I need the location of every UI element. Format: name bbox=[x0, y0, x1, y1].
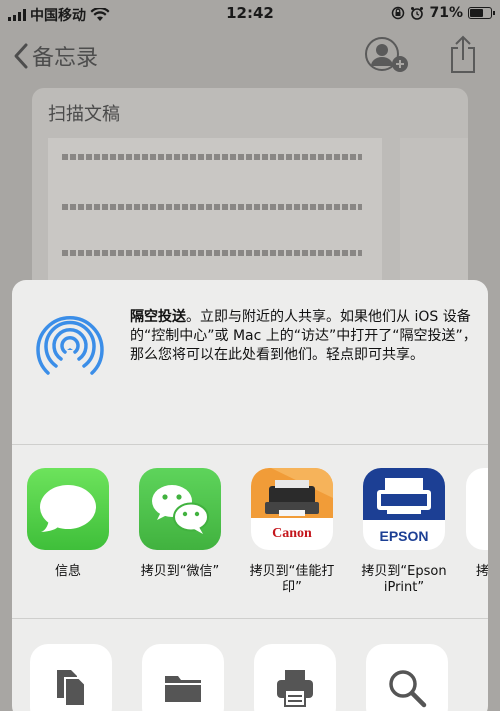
print-icon bbox=[277, 670, 313, 707]
app-label: 拷 bbox=[476, 564, 488, 579]
app-partial[interactable]: 拷 bbox=[466, 468, 488, 580]
chevron-left-icon bbox=[14, 43, 28, 69]
divider-top bbox=[12, 444, 488, 445]
canon-print-icon: Canon bbox=[251, 468, 333, 550]
print-action[interactable] bbox=[254, 644, 336, 711]
back-button[interactable]: 备忘录 bbox=[12, 40, 98, 72]
find-action[interactable] bbox=[366, 644, 448, 711]
actions-row bbox=[12, 644, 488, 711]
share-icon[interactable] bbox=[448, 34, 478, 74]
app-label: 拷贝到“佳能打印” bbox=[249, 564, 335, 595]
save-to-files-action[interactable] bbox=[142, 644, 224, 711]
folder-icon bbox=[165, 676, 201, 702]
nav-bar: 备忘录 bbox=[0, 30, 500, 80]
canon-logo-text: Canon bbox=[272, 526, 312, 541]
divider-bottom bbox=[12, 618, 488, 619]
copy-action[interactable] bbox=[30, 644, 112, 711]
app-label: 拷贝到“微信” bbox=[140, 564, 220, 579]
app-label: 拷贝到“Epson iPrint” bbox=[361, 564, 447, 595]
app-canon-print[interactable]: Canon 拷贝到“佳能打印” bbox=[242, 468, 342, 596]
note-title: 扫描文稿 bbox=[48, 104, 120, 125]
apps-row: 信息 拷贝到“微信” Canon 拷贝到“佳能打印” EPSON 拷贝到“Eps… bbox=[12, 468, 488, 608]
status-right: 71% bbox=[391, 5, 495, 21]
share-sheet: 隔空投送。立即与附近的人共享。如果他们从 iOS 设备的“控制中心”或 Mac … bbox=[12, 280, 488, 711]
wechat-icon bbox=[139, 468, 221, 550]
alarm-icon bbox=[411, 7, 424, 20]
airdrop-description: 隔空投送。立即与附近的人共享。如果他们从 iOS 设备的“控制中心”或 Mac … bbox=[130, 308, 478, 365]
add-people-icon[interactable] bbox=[364, 36, 410, 74]
airdrop-icon bbox=[36, 316, 104, 380]
epson-iprint-icon: EPSON bbox=[363, 468, 445, 550]
back-label: 备忘录 bbox=[32, 46, 99, 71]
status-bar: 中国移动 12:42 71% bbox=[0, 0, 500, 28]
battery-icon bbox=[468, 7, 495, 19]
battery-fill bbox=[470, 9, 483, 17]
more-app-icon bbox=[466, 468, 488, 550]
epson-logo-text: EPSON bbox=[379, 528, 429, 544]
app-wechat[interactable]: 拷贝到“微信” bbox=[130, 468, 230, 580]
orientation-lock-icon bbox=[392, 6, 405, 20]
airdrop-title: 隔空投送 bbox=[130, 309, 186, 325]
messages-icon bbox=[27, 468, 109, 550]
copy-icon bbox=[57, 670, 86, 707]
app-epson-iprint[interactable]: EPSON 拷贝到“Epson iPrint” bbox=[354, 468, 454, 596]
app-label: 信息 bbox=[54, 564, 81, 579]
airdrop-section[interactable]: 隔空投送。立即与附近的人共享。如果他们从 iOS 设备的“控制中心”或 Mac … bbox=[12, 280, 488, 444]
search-icon bbox=[389, 670, 427, 708]
app-messages[interactable]: 信息 bbox=[18, 468, 118, 580]
battery-percent: 71% bbox=[429, 5, 463, 21]
